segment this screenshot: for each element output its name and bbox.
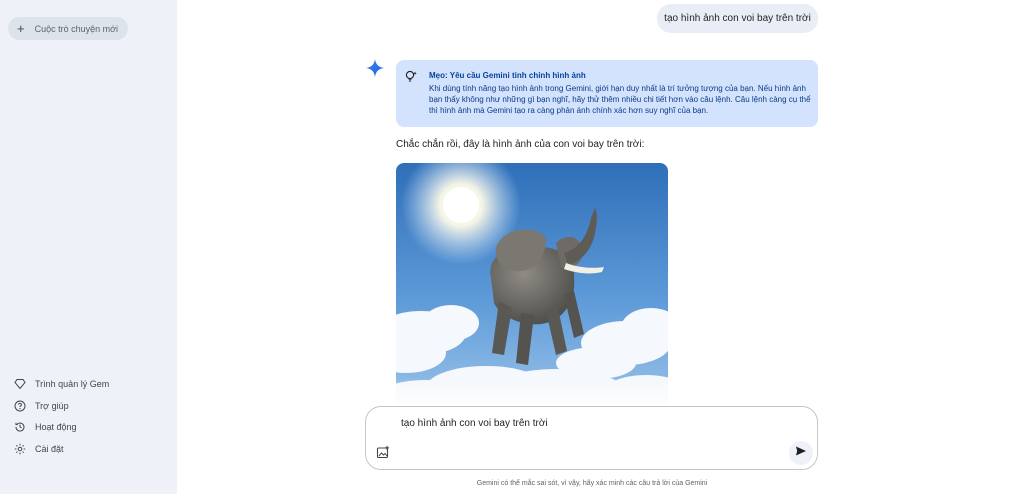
prompt-input-box[interactable]: tạo hình ảnh con voi bay trên trời bbox=[365, 406, 818, 470]
sidebar-item-gem-manager[interactable]: Trình quản lý Gem bbox=[14, 378, 109, 390]
gear-icon bbox=[14, 443, 26, 455]
sidebar-item-help[interactable]: Trợ giúp bbox=[14, 400, 69, 412]
scroll-fade bbox=[312, 378, 872, 408]
tip-card: Mẹo: Yêu cầu Gemini tinh chỉnh hình ảnh … bbox=[396, 60, 818, 127]
sidebar-item-label: Trợ giúp bbox=[35, 401, 69, 411]
prompt-input[interactable]: tạo hình ảnh con voi bay trên trời bbox=[401, 418, 548, 429]
user-message-text: tạo hình ảnh con voi bay trên trời bbox=[664, 13, 811, 24]
send-button[interactable] bbox=[789, 441, 813, 465]
gemini-sparkle-icon bbox=[365, 58, 385, 78]
add-image-icon[interactable] bbox=[376, 445, 390, 459]
new-chat-button[interactable]: + Cuộc trò chuyện mới bbox=[8, 17, 128, 40]
plus-icon: + bbox=[17, 21, 25, 36]
sidebar-item-label: Hoạt động bbox=[35, 422, 77, 432]
chat-area: tạo hình ảnh con voi bay trên trời Mẹo: … bbox=[177, 0, 1024, 494]
help-icon bbox=[14, 400, 26, 412]
gem-icon bbox=[14, 378, 26, 390]
new-chat-label: Cuộc trò chuyện mới bbox=[34, 23, 119, 34]
tip-title: Mẹo: Yêu cầu Gemini tinh chỉnh hình ảnh bbox=[429, 71, 586, 80]
footer-disclaimer: Gemini có thể mắc sai sót, vì vậy, hãy x… bbox=[476, 480, 708, 487]
lightbulb-icon bbox=[404, 70, 418, 84]
sidebar-item-activity[interactable]: Hoạt động bbox=[14, 421, 77, 433]
sidebar: + Cuộc trò chuyện mới Trình quản lý Gem … bbox=[0, 0, 177, 494]
response-text: Chắc chắn rồi, đây là hình ảnh của con v… bbox=[396, 139, 645, 150]
sidebar-item-label: Trình quản lý Gem bbox=[35, 379, 110, 389]
user-message-bubble: tạo hình ảnh con voi bay trên trời bbox=[657, 4, 818, 33]
send-icon bbox=[795, 444, 807, 462]
sidebar-item-settings[interactable]: Cài đặt bbox=[14, 443, 64, 455]
generated-image[interactable] bbox=[396, 163, 668, 410]
tip-body: Khi dùng tính năng tạo hình ảnh trong Ge… bbox=[429, 84, 811, 115]
history-icon bbox=[14, 421, 26, 433]
sidebar-item-label: Cài đặt bbox=[35, 444, 64, 454]
